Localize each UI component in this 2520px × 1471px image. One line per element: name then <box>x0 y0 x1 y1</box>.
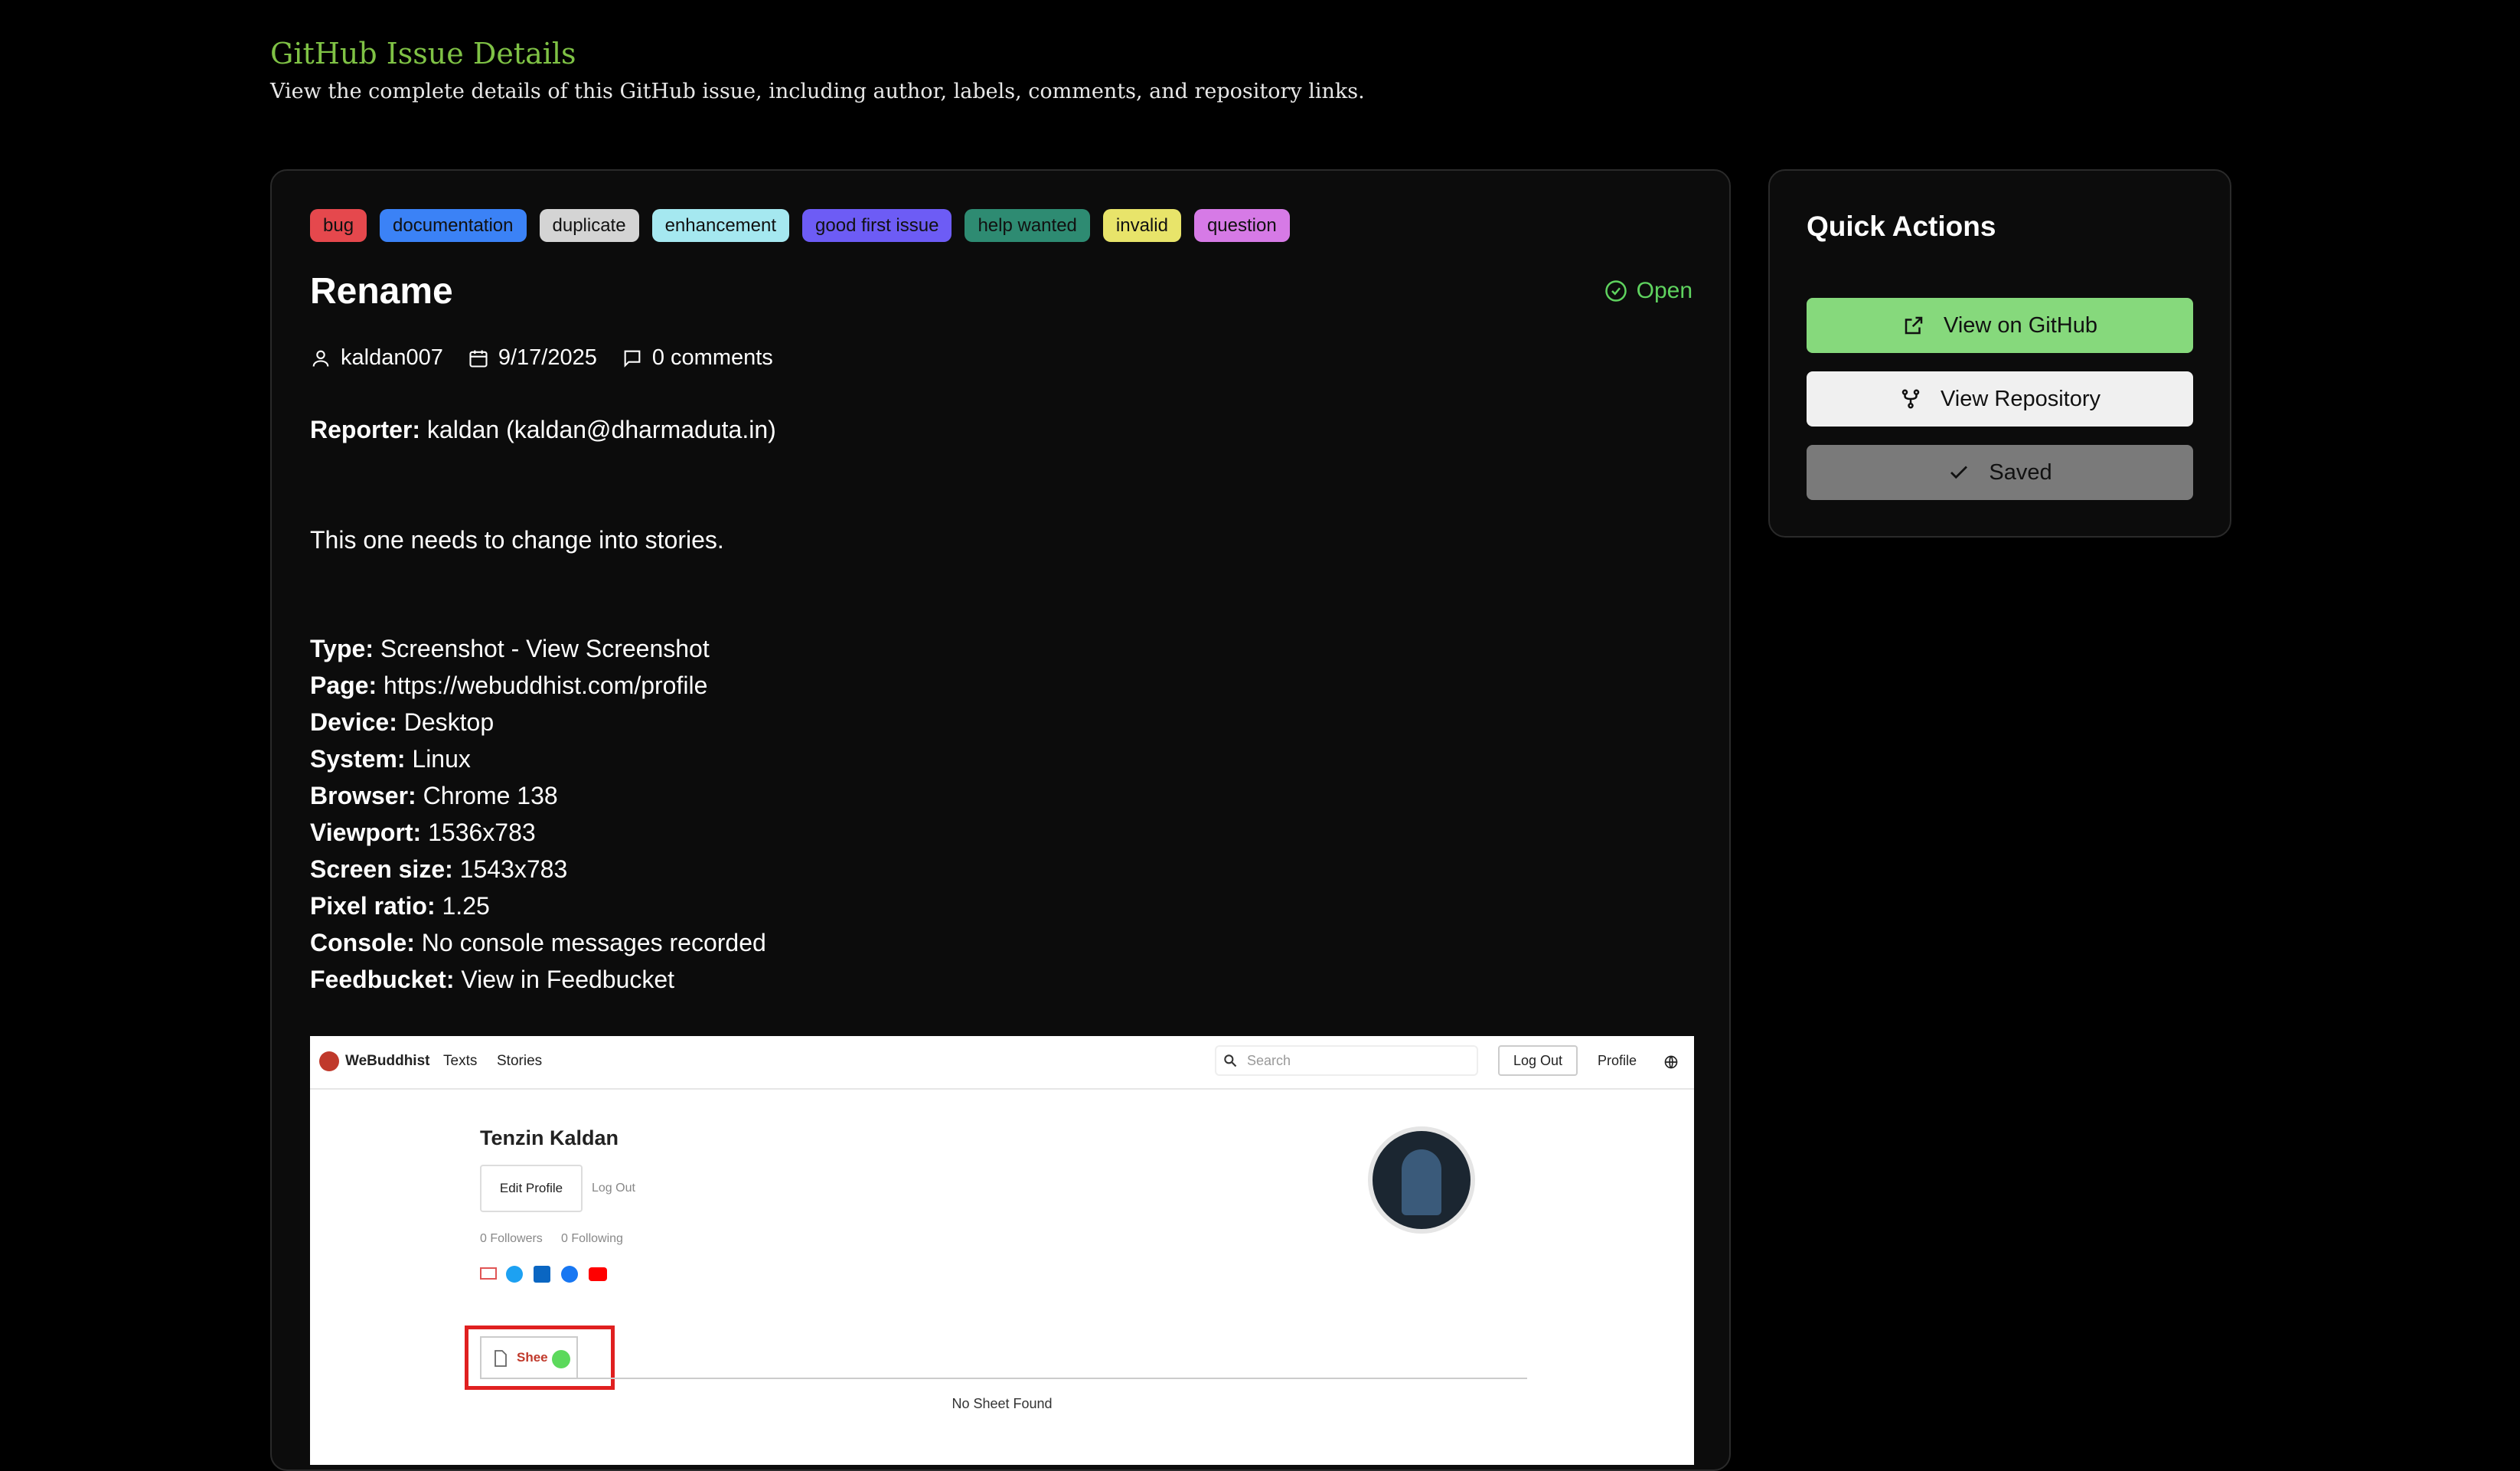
field-browser: Browser: Chrome 138 <box>310 782 558 809</box>
profile-avatar <box>1368 1126 1475 1234</box>
field-pixel-ratio: Pixel ratio: 1.25 <box>310 892 490 920</box>
field-console: Console: No console messages recorded <box>310 929 766 956</box>
git-fork-icon <box>1901 389 1920 409</box>
profile-name: Tenzin Kaldan <box>480 1126 619 1149</box>
field-screen-size: Screen size: 1543x783 <box>310 855 568 883</box>
linkedin-icon <box>534 1266 550 1283</box>
view-on-github-label: View on GitHub <box>1944 312 2097 338</box>
date: 9/17/2025 <box>468 345 597 371</box>
empty-state: No Sheet Found <box>952 1396 1053 1411</box>
quick-actions-panel: Quick Actions View on GitHub View Reposi… <box>1768 169 2231 538</box>
twitter-icon <box>506 1266 523 1283</box>
nav-texts: Texts <box>443 1053 478 1069</box>
youtube-icon <box>589 1267 607 1281</box>
status-text: Open <box>1636 278 1693 303</box>
view-repository-label: View Repository <box>1940 386 2101 411</box>
comment-icon <box>624 350 641 368</box>
saved-button[interactable]: Saved <box>1807 445 2193 500</box>
brand-logo-icon <box>319 1051 339 1071</box>
screenshot-search: Search <box>1215 1045 1478 1076</box>
check-circle-icon <box>1604 280 1627 302</box>
issue-title: Rename <box>310 271 453 312</box>
view-repository-button[interactable]: View Repository <box>1807 371 2193 427</box>
issue-description: This one needs to change into stories. <box>310 526 724 554</box>
facebook-icon <box>561 1266 578 1283</box>
field-device: Device: Desktop <box>310 708 495 736</box>
brand-name: WeBuddhist <box>345 1053 430 1069</box>
issue-meta: kaldan007 9/17/2025 0 comments <box>310 345 773 371</box>
author-name: kaldan007 <box>341 345 443 370</box>
calendar-icon <box>469 350 488 368</box>
comments: 0 comments <box>622 345 773 371</box>
check-icon <box>1950 466 1968 479</box>
tab-sheets: Shee <box>480 1336 578 1379</box>
external-link-icon <box>1905 316 1923 335</box>
issue-screenshot[interactable]: WeBuddhist Texts Stories Search Log Out … <box>310 1036 1694 1465</box>
author[interactable]: kaldan007 <box>310 345 443 371</box>
screenshot-navbar: WeBuddhist Texts Stories Search Log Out … <box>310 1036 1694 1090</box>
field-viewport: Viewport: 1536x783 <box>310 819 536 846</box>
page-subtitle: View the complete details of this GitHub… <box>270 80 1365 103</box>
reporter-value: kaldan (kaldan@dharmaduta.in) <box>426 416 776 443</box>
comments-text: 0 comments <box>651 345 773 370</box>
tab-sheets-label: Shee <box>517 1350 548 1365</box>
search-placeholder: Search <box>1247 1053 1291 1068</box>
profile-logout-link: Log Out <box>592 1182 635 1195</box>
label-enhancement[interactable]: enhancement <box>651 209 790 242</box>
screenshot-logout-button: Log Out <box>1498 1045 1578 1076</box>
issue-card: bug documentation duplicate enhancement … <box>270 169 1731 1471</box>
field-page: Page: https://webuddhist.com/profile <box>310 672 708 699</box>
label-duplicate[interactable]: duplicate <box>539 209 639 242</box>
page-title: GitHub Issue Details <box>270 37 576 70</box>
search-icon <box>1224 1054 1237 1067</box>
date-text: 9/17/2025 <box>498 345 597 370</box>
avatar-person <box>1402 1149 1441 1215</box>
field-system: System: Linux <box>310 745 471 773</box>
user-icon <box>312 350 329 367</box>
status-badge: Open <box>1604 278 1693 304</box>
tab-divider <box>480 1378 1527 1379</box>
globe-icon <box>1664 1055 1678 1069</box>
issue-fields: Type: Screenshot - View Screenshot Page:… <box>310 630 766 998</box>
reporter-line: Reporter: kaldan (kaldan@dharmaduta.in) <box>310 411 776 448</box>
edit-profile-button: Edit Profile <box>480 1165 583 1212</box>
view-on-github-button[interactable]: View on GitHub <box>1807 298 2193 353</box>
label-bug[interactable]: bug <box>310 209 367 242</box>
label-help-wanted[interactable]: help wanted <box>965 209 1090 242</box>
label-good-first-issue[interactable]: good first issue <box>802 209 952 242</box>
label-documentation[interactable]: documentation <box>380 209 527 242</box>
followers-count: 0 Followers <box>480 1232 543 1245</box>
nav-stories: Stories <box>497 1053 543 1069</box>
screenshot-profile-link: Profile <box>1598 1053 1637 1068</box>
following-count: 0 Following <box>561 1232 623 1245</box>
mail-icon <box>480 1267 497 1280</box>
field-feedbucket: Feedbucket: View in Feedbucket <box>310 966 675 993</box>
label-list: bug documentation duplicate enhancement … <box>310 209 1290 242</box>
label-invalid[interactable]: invalid <box>1102 209 1181 242</box>
cursor-dot <box>552 1350 570 1368</box>
saved-label: Saved <box>1989 459 2052 485</box>
reporter-label: Reporter: <box>310 416 421 443</box>
document-icon <box>495 1350 507 1367</box>
label-question[interactable]: question <box>1193 209 1290 242</box>
field-type: Type: Screenshot - View Screenshot <box>310 635 710 662</box>
quick-actions-title: Quick Actions <box>1807 211 1996 242</box>
